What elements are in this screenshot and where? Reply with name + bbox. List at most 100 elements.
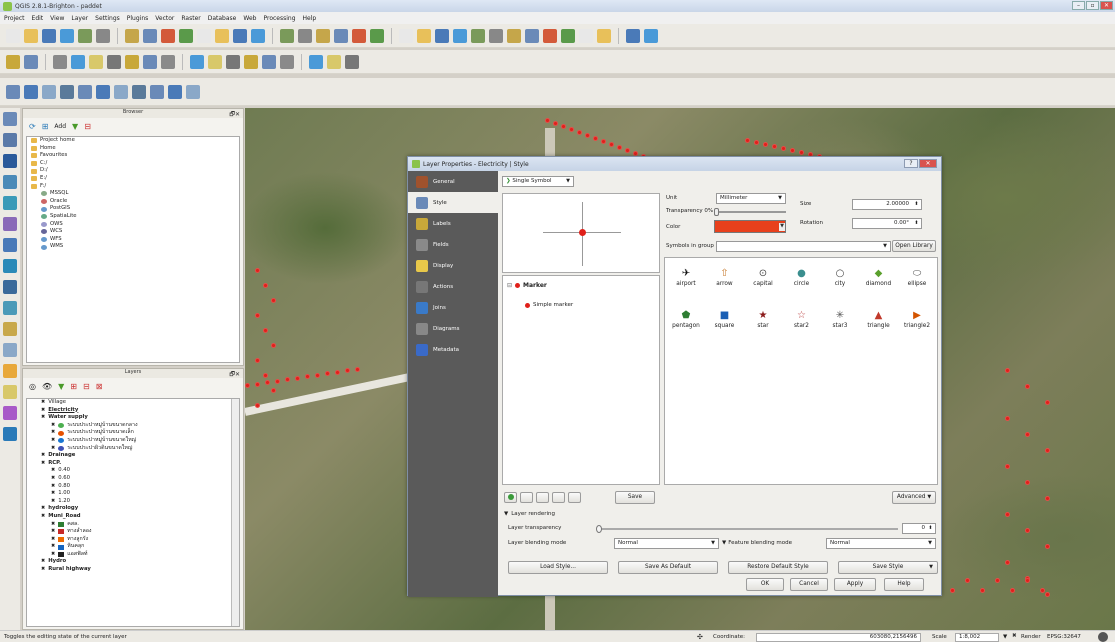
- add-symbol-layer-button[interactable]: [504, 492, 517, 503]
- refresh-icon[interactable]: ⟳: [29, 122, 36, 131]
- layer-visibility-checkbox[interactable]: ✖: [41, 558, 45, 566]
- toolbar-tool-icon[interactable]: [24, 28, 38, 43]
- symbol-star2[interactable]: ☆ star2: [783, 308, 821, 329]
- dialog-close-button[interactable]: ✕: [919, 159, 937, 168]
- toolbar-tool-icon[interactable]: [107, 54, 121, 69]
- dialog-tab-style[interactable]: Style: [408, 192, 498, 213]
- symbol-diamond[interactable]: ◆ diamond: [860, 266, 898, 287]
- symbol-tree-root[interactable]: ⊟ Marker: [507, 282, 547, 289]
- open-library-button[interactable]: Open Library: [892, 240, 936, 252]
- symbol-tree-child[interactable]: Simple marker: [525, 302, 573, 308]
- layer-visibility-checkbox[interactable]: ✖: [51, 483, 55, 491]
- layer-item[interactable]: ✖ Rural highway: [41, 566, 239, 574]
- panel-float-close-icon[interactable]: 🗗✕: [229, 110, 240, 120]
- toolbar-tool-icon[interactable]: [78, 28, 92, 43]
- toolbar-tool-icon[interactable]: [186, 84, 200, 99]
- add-layer-tool-icon[interactable]: [3, 364, 17, 378]
- add-layer-icon[interactable]: ⊞: [42, 122, 49, 131]
- layer-item[interactable]: ✖ ระบบประปาหมู่บ้านขนาดเล็ก: [41, 429, 239, 437]
- crs-label[interactable]: EPSG:32647: [1047, 634, 1081, 640]
- messages-icon[interactable]: [1098, 632, 1108, 642]
- symbol-star3[interactable]: ✳ star3: [821, 308, 859, 329]
- toolbar-tool-icon[interactable]: [316, 28, 330, 43]
- dialog-tab-joins[interactable]: Joins: [408, 297, 498, 318]
- symbol-group-select[interactable]: ▼: [716, 241, 891, 252]
- ok-button[interactable]: OK: [746, 578, 784, 591]
- feature-blending-select[interactable]: Normal ▼: [826, 538, 936, 549]
- dialog-tab-fields[interactable]: Fields: [408, 234, 498, 255]
- add-layer-tool-icon[interactable]: [3, 112, 17, 126]
- browser-item[interactable]: Oracle: [27, 198, 239, 206]
- layer-item[interactable]: ✖ Electricity: [41, 407, 239, 415]
- layer-visibility-checkbox[interactable]: ✖: [51, 543, 55, 551]
- toolbar-tool-icon[interactable]: [161, 28, 175, 43]
- layer-item[interactable]: ✖ ระบบประปาหมู่บ้านขนาดใหญ่: [41, 437, 239, 445]
- add-layer-tool-icon[interactable]: [3, 259, 17, 273]
- menu-web[interactable]: Web: [243, 15, 256, 22]
- dialog-tab-diagrams[interactable]: Diagrams: [408, 318, 498, 339]
- menu-project[interactable]: Project: [4, 15, 25, 22]
- layer-item[interactable]: ✖ ทางลำลอง: [41, 528, 239, 536]
- toolbar-tool-icon[interactable]: [114, 84, 128, 99]
- dialog-tab-labels[interactable]: Labels: [408, 213, 498, 234]
- add-layer-tool-icon[interactable]: [3, 196, 17, 210]
- slider-handle[interactable]: [714, 208, 719, 216]
- toolbar-tool-icon[interactable]: [244, 54, 258, 69]
- browser-item[interactable]: WCS: [27, 228, 239, 236]
- symbol-city[interactable]: ○ city: [821, 266, 859, 287]
- panel-float-close-icon[interactable]: 🗗✕: [229, 370, 240, 380]
- renderer-select[interactable]: ❯ Single Symbol ▼: [502, 176, 574, 187]
- lock-layer-button[interactable]: [536, 492, 549, 503]
- toolbar-tool-icon[interactable]: [334, 28, 348, 43]
- layer-visibility-checkbox[interactable]: ✖: [51, 429, 55, 437]
- add-layer-tool-icon[interactable]: [3, 406, 17, 420]
- toolbar-tool-icon[interactable]: [280, 28, 294, 43]
- layer-item[interactable]: ✖ 0.80: [41, 483, 239, 491]
- add-button-label[interactable]: Add: [54, 123, 66, 130]
- menu-view[interactable]: View: [50, 15, 64, 22]
- toolbar-tool-icon[interactable]: [233, 28, 247, 43]
- browser-item[interactable]: MSSQL: [27, 190, 239, 198]
- toolbar-tool-icon[interactable]: [78, 84, 92, 99]
- symbol-circle[interactable]: ● circle: [783, 266, 821, 287]
- browser-item[interactable]: D:/: [27, 167, 239, 175]
- toolbar-tool-icon[interactable]: [125, 28, 139, 43]
- add-group-icon[interactable]: 👁: [42, 382, 52, 391]
- browser-item[interactable]: SpatiaLite: [27, 213, 239, 221]
- toolbar-tool-icon[interactable]: [345, 54, 359, 69]
- help-button[interactable]: Help: [884, 578, 924, 591]
- browser-item[interactable]: PostGIS: [27, 205, 239, 213]
- layer-item[interactable]: ✖ RCP.: [41, 460, 239, 468]
- layer-item[interactable]: ✖ 0.40: [41, 467, 239, 475]
- browser-item[interactable]: WMS: [27, 243, 239, 251]
- symbol-capital[interactable]: ⊙ capital: [744, 266, 782, 287]
- layer-rendering-header[interactable]: ▼ Layer rendering: [504, 511, 555, 517]
- toolbar-tool-icon[interactable]: [161, 54, 175, 69]
- coordinate-field[interactable]: 603080,2156496: [756, 633, 921, 642]
- toolbar-tool-icon[interactable]: [71, 54, 85, 69]
- minimize-button[interactable]: –: [1072, 1, 1085, 10]
- add-layer-tool-icon[interactable]: [3, 385, 17, 399]
- toolbar-tool-icon[interactable]: [168, 84, 182, 99]
- layer-item[interactable]: ✖ 1.20: [41, 498, 239, 506]
- menu-settings[interactable]: Settings: [95, 15, 120, 22]
- toolbar-tool-icon[interactable]: [561, 28, 575, 43]
- symbol-ellipse[interactable]: ⬭ ellipse: [898, 266, 936, 287]
- restore-default-style-button[interactable]: Restore Default Style: [728, 561, 828, 574]
- transparency-slider[interactable]: [714, 208, 786, 216]
- add-layer-tool-icon[interactable]: [3, 427, 17, 441]
- layer-item[interactable]: ✖ Hydro: [41, 558, 239, 566]
- remove-symbol-layer-button[interactable]: [520, 492, 533, 503]
- save-as-default-button[interactable]: Save As Default: [618, 561, 718, 574]
- toolbar-tool-icon[interactable]: [352, 28, 366, 43]
- toolbar-tool-icon[interactable]: [53, 54, 67, 69]
- symbol-triangle[interactable]: ▲ triangle: [860, 308, 898, 329]
- menu-raster[interactable]: Raster: [181, 15, 200, 22]
- toolbar-tool-icon[interactable]: [125, 54, 139, 69]
- toolbar-tool-icon[interactable]: [60, 28, 74, 43]
- toolbar-tool-icon[interactable]: [525, 28, 539, 43]
- toolbar-tool-icon[interactable]: [280, 54, 294, 69]
- symbol-star[interactable]: ★ star: [744, 308, 782, 329]
- add-layer-tool-icon[interactable]: [3, 301, 17, 315]
- menu-vector[interactable]: Vector: [155, 15, 174, 22]
